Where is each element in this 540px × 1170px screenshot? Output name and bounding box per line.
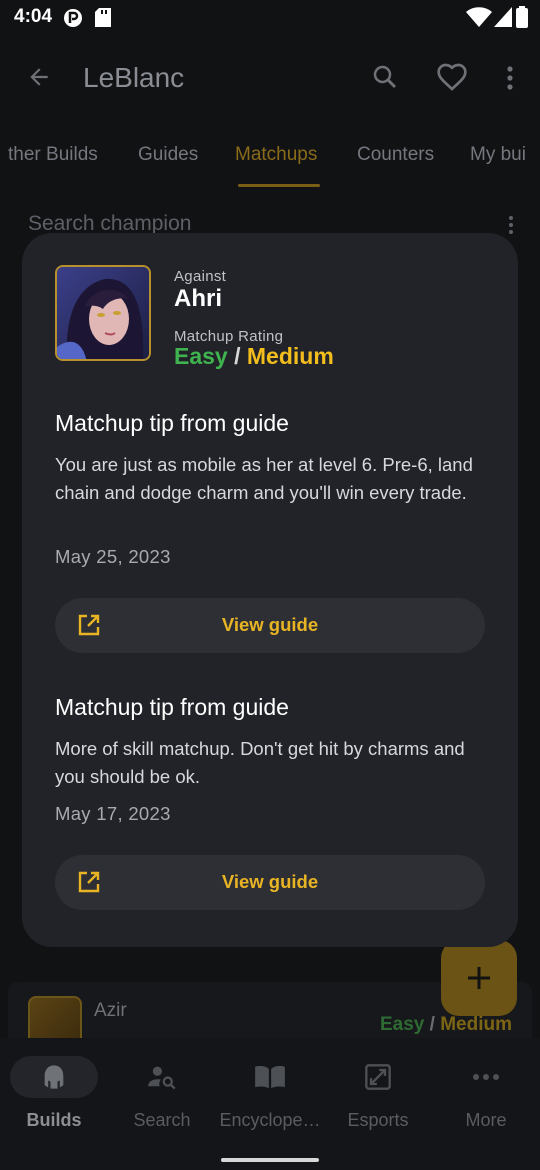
view-guide-label: View guide bbox=[221, 871, 319, 892]
tip-date: May 17, 2023 bbox=[55, 803, 171, 824]
search-options-icon[interactable] bbox=[506, 214, 516, 236]
rating-separator: / bbox=[234, 343, 241, 369]
pocketcasts-notification-icon bbox=[64, 9, 82, 27]
ahri-portrait-image bbox=[57, 267, 149, 359]
tip-title: Matchup tip from guide bbox=[55, 694, 289, 720]
nav-search-label: Search bbox=[133, 1110, 191, 1130]
tab-my-builds[interactable]: My bui bbox=[470, 144, 526, 166]
add-note-fab[interactable] bbox=[441, 940, 517, 1016]
nav-builds-label: Builds bbox=[26, 1110, 82, 1130]
matchup-dialog: Against Ahri Matchup Rating Easy / Mediu… bbox=[22, 233, 518, 947]
tab-matchups[interactable]: Matchups bbox=[235, 144, 317, 166]
view-guide-button[interactable]: View guide bbox=[55, 598, 485, 653]
nav-builds[interactable]: Builds bbox=[0, 1056, 108, 1131]
plus-icon bbox=[468, 967, 490, 989]
more-dots-icon bbox=[473, 1074, 499, 1080]
favorite-heart-icon[interactable] bbox=[436, 62, 468, 92]
nav-encyclopedia[interactable]: Encyclope… bbox=[216, 1056, 324, 1131]
back-arrow-icon[interactable] bbox=[26, 64, 52, 90]
view-guide-label: View guide bbox=[221, 614, 319, 635]
app-bar: LeBlanc bbox=[0, 34, 540, 120]
tip-text: More of skill matchup. Don't get hit by … bbox=[55, 738, 465, 787]
tip-text: You are just as mobile as her at level 6… bbox=[55, 454, 473, 503]
tab-bar: ther Builds Guides Matchups Counters My … bbox=[0, 138, 540, 186]
nav-search[interactable]: Search bbox=[108, 1056, 216, 1131]
rating-medium: Medium bbox=[246, 343, 334, 369]
opponent-name: Ahri bbox=[174, 285, 222, 312]
person-search-icon bbox=[148, 1066, 176, 1090]
tip-date: May 25, 2023 bbox=[55, 546, 171, 567]
list-item-name: Azir bbox=[94, 1000, 127, 1021]
list-item-rating: Easy / Medium bbox=[380, 1014, 512, 1035]
champion-portrait bbox=[55, 265, 151, 361]
view-guide-button[interactable]: View guide bbox=[55, 855, 485, 910]
nav-more-label: More bbox=[465, 1110, 507, 1130]
battery-icon bbox=[516, 6, 528, 28]
bottom-navigation: Builds Search Encyclope… Esports More bbox=[0, 1038, 540, 1170]
nav-esports-label: Esports bbox=[347, 1110, 409, 1130]
book-icon bbox=[255, 1066, 285, 1089]
against-label: Against bbox=[174, 268, 227, 285]
nav-encyclopedia-label: Encyclope… bbox=[219, 1110, 321, 1130]
search-icon[interactable] bbox=[370, 62, 400, 92]
gesture-home-bar[interactable] bbox=[221, 1158, 319, 1162]
tab-other-builds[interactable]: ther Builds bbox=[8, 144, 98, 166]
status-bar: 4:04 bbox=[0, 0, 540, 34]
rating-easy: Easy bbox=[174, 343, 228, 369]
overflow-menu-icon[interactable] bbox=[504, 64, 516, 92]
tab-indicator bbox=[238, 184, 320, 187]
expand-arrows-icon bbox=[365, 1064, 391, 1090]
tip-title: Matchup tip from guide bbox=[55, 410, 289, 436]
cell-signal-icon bbox=[494, 7, 512, 27]
page-title: LeBlanc bbox=[83, 62, 185, 93]
status-time: 4:04 bbox=[14, 6, 53, 27]
sd-card-icon bbox=[95, 8, 111, 27]
tab-guides[interactable]: Guides bbox=[138, 144, 198, 166]
wifi-icon bbox=[466, 7, 492, 27]
matchup-rating-value: Easy / Medium bbox=[174, 343, 334, 370]
tab-counters[interactable]: Counters bbox=[357, 144, 434, 166]
nav-esports[interactable]: Esports bbox=[324, 1056, 432, 1131]
helmet-icon bbox=[44, 1065, 64, 1089]
nav-more[interactable]: More bbox=[432, 1056, 540, 1131]
